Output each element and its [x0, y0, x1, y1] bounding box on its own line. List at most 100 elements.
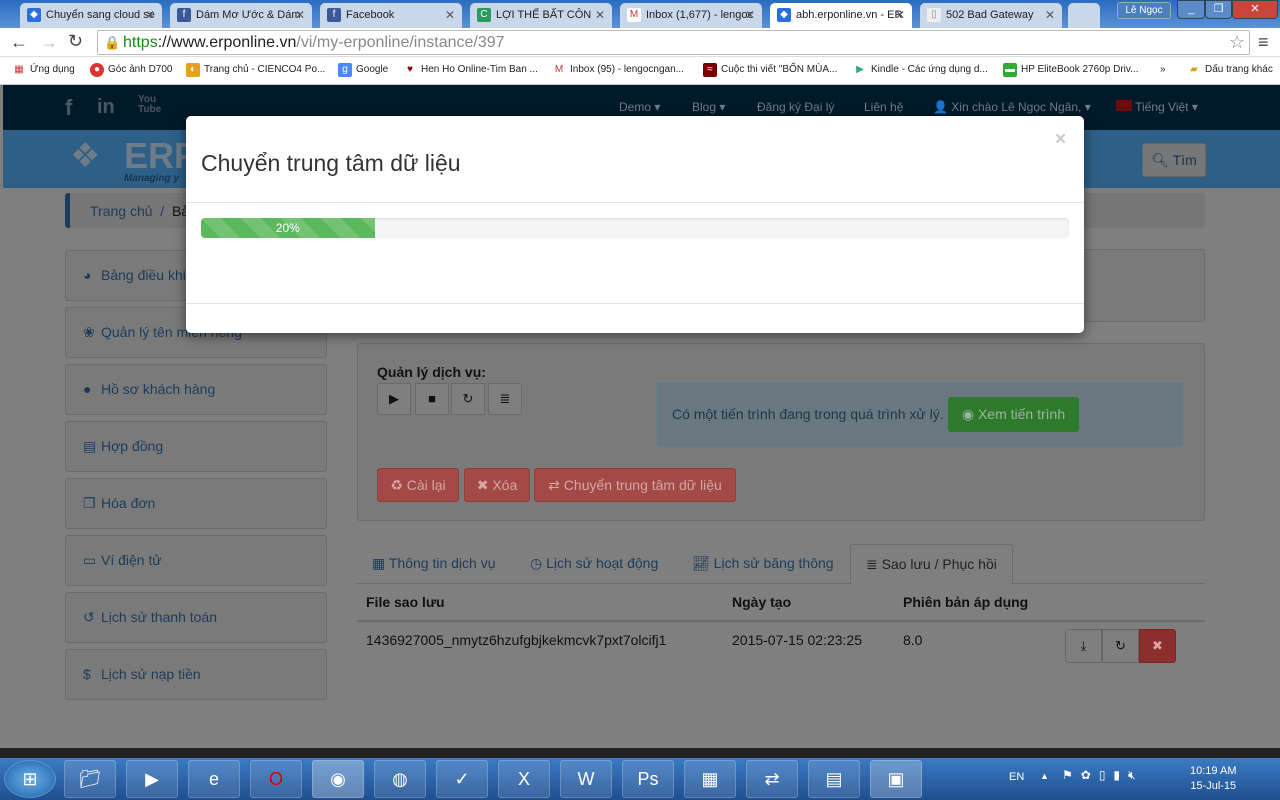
bookmark[interactable]: ▶ Kindle - Các ứng dụng d... — [853, 64, 988, 75]
breadcrumb-home[interactable]: Trang chủ — [90, 203, 153, 219]
address-bar[interactable]: 🔒 https://www.erponline.vn/vi/my-erponlin… — [97, 30, 1250, 55]
facebook-icon[interactable]: f — [65, 95, 72, 121]
bookmark[interactable]: ▬ HP EliteBook 2760p Driv... — [1003, 63, 1138, 77]
column-header-file: File sao lưu — [366, 594, 445, 610]
photo-viewer-icon[interactable]: ▣ — [870, 760, 922, 798]
forward-icon[interactable]: → — [40, 32, 58, 53]
sidebar-item-payment-history[interactable]: ↺ Lịch sử thanh toán — [65, 592, 327, 643]
browser-tab[interactable]: f Dám Mơ Ước & Dám ✕ — [170, 3, 312, 28]
copy-icon: ❐ — [83, 495, 96, 511]
column-header-version: Phiên bản áp dụng — [903, 594, 1029, 610]
migrate-datacenter-button[interactable]: ⇄ Chuyển trung tâm dữ liệu — [534, 468, 736, 502]
menu-icon[interactable]: ≡ — [1258, 32, 1269, 53]
recycle-icon: ♻ — [390, 477, 403, 493]
nav-agent-signup[interactable]: Đăng ký Đại lý — [757, 100, 834, 114]
restart-button[interactable]: ↻ — [451, 383, 485, 415]
close-tab-icon[interactable]: ✕ — [1045, 8, 1055, 22]
browser-tab-active[interactable]: ◆ abh.erponline.vn - ER ✕ — [770, 3, 912, 28]
tab-service-info[interactable]: ▦ Thông tin dịch vụ — [357, 544, 511, 584]
chrome-icon[interactable]: ◉ — [312, 760, 364, 798]
close-tab-icon[interactable]: ✕ — [145, 8, 155, 22]
close-tab-icon[interactable]: ✕ — [745, 8, 755, 22]
nav-blog[interactable]: Blog ▾ — [692, 100, 725, 114]
sidebar-item-contracts[interactable]: ▤ Hợp đồng — [65, 421, 327, 472]
bookmark[interactable]: ● Góc ảnh D700 — [90, 63, 173, 77]
minimize-button[interactable]: _ — [1177, 0, 1205, 19]
modal-close-button[interactable]: × — [1055, 129, 1066, 151]
nav-language[interactable]: Tiếng Việt ▾ — [1116, 100, 1198, 114]
calculator-icon[interactable]: ▤ — [808, 760, 860, 798]
reinstall-button[interactable]: ♻ Cài lại — [377, 468, 459, 502]
tab-backup-restore[interactable]: ≣ Sao lưu / Phục hồi — [850, 544, 1013, 584]
modal-header-divider — [186, 202, 1084, 203]
tab-title: abh.erponline.vn - ER — [796, 9, 903, 21]
sidebar-item-wallet[interactable]: ▭ Ví điện tử — [65, 535, 327, 586]
system-clock[interactable]: 10:19 AM 15-Jul-15 — [1190, 764, 1236, 794]
start-button[interactable]: ⊞ — [4, 760, 56, 798]
view-progress-label: Xem tiến trình — [977, 406, 1066, 422]
word-icon[interactable]: W — [560, 760, 612, 798]
delete-backup-button[interactable]: ✖ — [1139, 629, 1176, 663]
sidebar-item-invoices[interactable]: ❐ Hóa đơn — [65, 478, 327, 529]
apps-icon[interactable]: ▦ — [684, 760, 736, 798]
tab-bandwidth-history[interactable]: 📈︎ Lịch sử băng thông — [677, 544, 849, 584]
tab-activity-history[interactable]: ◷ Lịch sử hoạt động — [515, 544, 673, 584]
stop-button[interactable]: ■ — [415, 383, 449, 415]
delete-button[interactable]: ✖ Xóa — [464, 468, 530, 502]
bookmark[interactable]: ≈ Cuộc thi viết "BỐN MÙA... — [703, 63, 837, 77]
back-icon[interactable]: ← — [10, 32, 28, 53]
nav-user-menu[interactable]: 👤 Xin chào Lê Ngọc Ngân, ▾ — [933, 100, 1091, 114]
restore-backup-button[interactable]: ↻ — [1102, 629, 1139, 663]
opera-icon[interactable]: O — [250, 760, 302, 798]
bookmark[interactable]: g Google — [338, 63, 388, 77]
show-hidden-icons[interactable]: ▲ — [1040, 771, 1049, 781]
coccoc-icon[interactable]: ✓ — [436, 760, 488, 798]
start-button[interactable]: ▶ — [377, 383, 411, 415]
nav-demo[interactable]: Demo ▾ — [619, 100, 660, 114]
browser-tab[interactable]: ◆ Chuyển sang cloud se ✕ — [20, 3, 162, 28]
tray-icons[interactable]: ⚑✿▯▮🔇︎ — [1062, 768, 1144, 783]
maximize-button[interactable]: ❐ — [1205, 0, 1232, 19]
browser-tab[interactable]: f Facebook ✕ — [320, 3, 462, 28]
other-bookmarks[interactable]: ▰ Dấu trang khác — [1187, 64, 1273, 75]
sidebar-item-topup-history[interactable]: $ Lịch sử nạp tiền — [65, 649, 327, 700]
bookmark-apps[interactable]: ▦ Ứng dụng — [12, 64, 74, 75]
credit-card-icon: ▭ — [83, 552, 97, 568]
breadcrumb-separator: / — [160, 203, 165, 219]
linkedin-icon[interactable]: in — [97, 96, 115, 119]
photoshop-icon[interactable]: Ps — [622, 760, 674, 798]
browser-tab[interactable]: M Inbox (1,677) - lengoc ✕ — [620, 3, 762, 28]
firefox-icon[interactable]: ◍ — [374, 760, 426, 798]
nav-contact[interactable]: Liên hệ — [864, 100, 903, 114]
teamviewer-icon[interactable]: ⇄ — [746, 760, 798, 798]
browser-tab[interactable]: C LỢI THẾ BẤT CÔN ✕ — [470, 3, 612, 28]
file-icon: ▤ — [83, 438, 97, 454]
more-bookmarks[interactable]: » — [1160, 64, 1166, 75]
close-window-button[interactable]: ✕ — [1232, 0, 1278, 19]
star-icon[interactable]: ☆ — [1229, 32, 1245, 53]
close-tab-icon[interactable]: ✕ — [295, 8, 305, 22]
explorer-icon[interactable]: 📁︎ — [64, 760, 116, 798]
excel-icon[interactable]: X — [498, 760, 550, 798]
download-backup-button[interactable]: ⤓ — [1065, 629, 1102, 663]
search-button[interactable]: 🔍︎ Tìm — [1142, 143, 1206, 177]
reload-icon[interactable]: ↻ — [68, 31, 83, 52]
view-progress-button[interactable]: ◉ Xem tiến trình — [948, 397, 1079, 432]
language-indicator[interactable]: EN — [1009, 771, 1024, 783]
bookmark[interactable]: ◐ Trang chủ - CIENCO4 Po... — [186, 63, 325, 77]
close-tab-icon[interactable]: ✕ — [445, 8, 455, 22]
bookmark[interactable]: M Inbox (95) - lengocngan... — [552, 64, 684, 75]
sidebar-label: Ví điện tử — [101, 552, 162, 568]
browser-tab[interactable]: ▯ 502 Bad Gateway ✕ — [920, 3, 1062, 28]
internet-explorer-icon[interactable]: e — [188, 760, 240, 798]
close-tab-icon[interactable]: ✕ — [895, 8, 905, 22]
bookmark[interactable]: ♥ Hen Ho Online-Tim Ban ... — [403, 64, 538, 75]
youtube-icon[interactable]: You Tube — [138, 95, 161, 115]
media-player-icon[interactable]: ▶ — [126, 760, 178, 798]
profile-button[interactable]: Lê Ngọc — [1117, 2, 1171, 19]
sidebar-item-profile[interactable]: ● Hồ sơ khách hàng — [65, 364, 327, 415]
close-tab-icon[interactable]: ✕ — [595, 8, 605, 22]
database-button[interactable]: ≣ — [488, 383, 522, 415]
new-tab-button[interactable] — [1068, 3, 1100, 28]
heart-icon: ♥ — [407, 64, 413, 75]
